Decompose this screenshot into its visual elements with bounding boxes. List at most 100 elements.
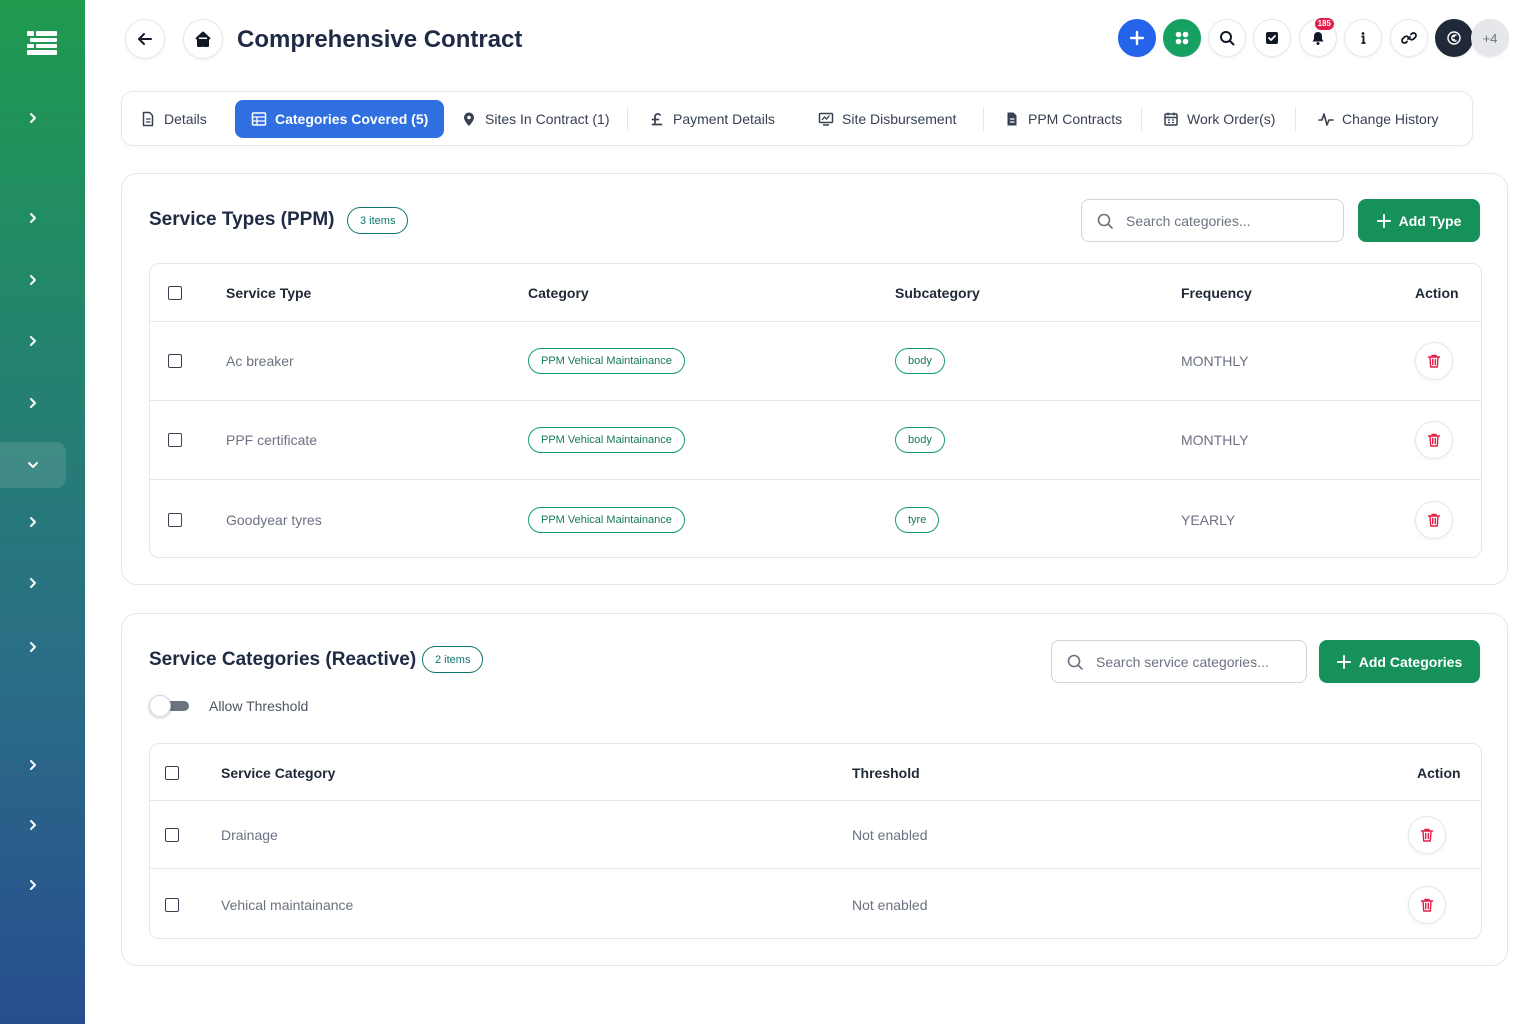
delete-button[interactable] [1415,342,1453,380]
trash-icon [1420,828,1434,842]
chevron-right-icon [30,398,36,408]
tab-label: Work Order(s) [1187,111,1276,127]
delete-button[interactable] [1415,421,1453,459]
sidebar-expand-8[interactable] [0,624,66,670]
add-categories-button[interactable]: Add Categories [1319,640,1480,683]
select-all-checkbox[interactable] [165,765,179,780]
calendar-icon [1164,112,1178,126]
add-type-button[interactable]: Add Type [1358,199,1480,242]
search-button[interactable] [1208,19,1246,57]
tab-categories-covered[interactable]: Categories Covered (5) [235,100,445,138]
monitor-icon [818,112,834,126]
file-icon [1007,112,1017,126]
grid-icon [251,112,267,126]
row-checkbox[interactable] [168,433,182,447]
row-checkbox-cell [168,401,182,479]
action-cell [1408,801,1446,868]
tab-payment-details[interactable]: Payment Details [633,100,791,138]
sidebar-expand-3[interactable] [0,257,66,303]
search-icon [1067,654,1083,670]
category-chip: PPM Vehical Maintainance [528,506,685,533]
row-checkbox[interactable] [165,827,179,842]
sidebar-expand-7[interactable] [0,560,66,606]
row-checkbox[interactable] [168,354,182,368]
trash-icon [1427,513,1441,527]
delete-button[interactable] [1408,815,1446,854]
row-checkbox[interactable] [165,897,179,912]
reactive-service-categories-card: Service Categories (Reactive) 2 items Ad… [121,613,1508,966]
tab-site-disbursement[interactable]: Site Disbursement [802,100,972,138]
reactive-search-field[interactable] [1051,640,1307,683]
row-checkbox-cell [165,801,179,868]
reactive-count-badge: 2 items [422,646,484,673]
toggle-knob [149,695,171,717]
page-title: Comprehensive Contract [237,26,523,53]
tab-sites-in-contract[interactable]: Sites In Contract (1) [445,100,626,138]
allow-threshold-label: Allow Threshold [209,698,309,714]
chevron-right-icon [30,760,36,770]
ppm-search-input[interactable] [1126,212,1343,229]
table-row: Goodyear tyres PPM Vehical Maintainance … [150,480,1481,557]
sidebar-expand-4[interactable] [0,318,66,364]
link-button[interactable] [1390,19,1428,57]
chevron-right-icon [30,642,36,652]
category-cell: PPM Vehical Maintainance [528,401,685,479]
sidebar-expand-5[interactable] [0,380,66,426]
chevron-right-icon [30,275,36,285]
tab-details[interactable]: Details [124,100,223,138]
chevron-down-icon [28,462,38,468]
trash-icon [1420,898,1434,912]
info-button[interactable] [1344,19,1382,57]
sidebar-expand-2[interactable] [0,195,66,241]
search-icon [1097,213,1113,229]
col-service-type: Service Type [226,285,312,301]
more-avatars[interactable]: +4 [1471,19,1509,57]
sidebar-collapse-active[interactable] [0,442,66,488]
ppm-count-badge: 3 items [347,207,409,234]
category-chip: PPM Vehical Maintainance [528,427,685,453]
row-checkbox[interactable] [168,512,182,527]
tab-label: Payment Details [673,111,775,127]
notifications-button[interactable]: 185 [1299,18,1337,57]
subcategory-cell: body [895,322,945,400]
tab-label: PPM Contracts [1028,111,1123,127]
allow-threshold-toggle[interactable] [149,695,189,717]
reactive-table: Service Category Threshold Action Draina… [149,743,1482,939]
create-button[interactable] [1118,19,1156,57]
col-subcategory: Subcategory [895,285,980,301]
sidebar-expand-1[interactable] [0,95,66,141]
col-frequency: Frequency [1181,285,1252,301]
table-row: Vehical maintainance Not enabled [150,869,1481,938]
back-button[interactable] [125,19,165,59]
sidebar-expand-6[interactable] [0,499,66,545]
delete-button[interactable] [1408,885,1446,924]
ppm-search-field[interactable] [1081,199,1344,242]
chevron-right-icon [30,517,36,527]
menu-logo-icon[interactable] [27,29,57,57]
sidebar-expand-9[interactable] [0,742,66,788]
apps-grid-icon [1175,31,1189,45]
tab-ppm-contracts[interactable]: PPM Contracts [988,100,1138,138]
arrow-left-icon [138,33,152,45]
trash-icon [1427,354,1441,368]
select-all-checkbox[interactable] [168,286,182,300]
tasks-button[interactable] [1253,19,1291,57]
tab-label: Site Disbursement [842,111,957,127]
sidebar-expand-10[interactable] [0,802,66,848]
action-cell [1408,869,1446,938]
frequency-cell: YEARLY [1181,511,1236,528]
ppm-table: Service Type Category Subcategory Freque… [149,263,1482,558]
document-icon [142,111,154,127]
apps-button[interactable] [1163,19,1201,57]
reactive-search-input[interactable] [1096,653,1306,670]
ppm-table-header: Service Type Category Subcategory Freque… [150,264,1481,322]
user-avatar[interactable] [1435,19,1473,57]
tab-work-orders[interactable]: Work Order(s) [1147,100,1291,138]
subcategory-chip: body [895,348,945,374]
sidebar-expand-11[interactable] [0,862,66,908]
home-button[interactable] [183,19,223,59]
table-row: PPF certificate PPM Vehical Maintainance… [150,401,1481,480]
delete-button[interactable] [1415,500,1453,539]
tab-change-history[interactable]: Change History [1302,100,1455,138]
info-icon [1361,32,1366,44]
